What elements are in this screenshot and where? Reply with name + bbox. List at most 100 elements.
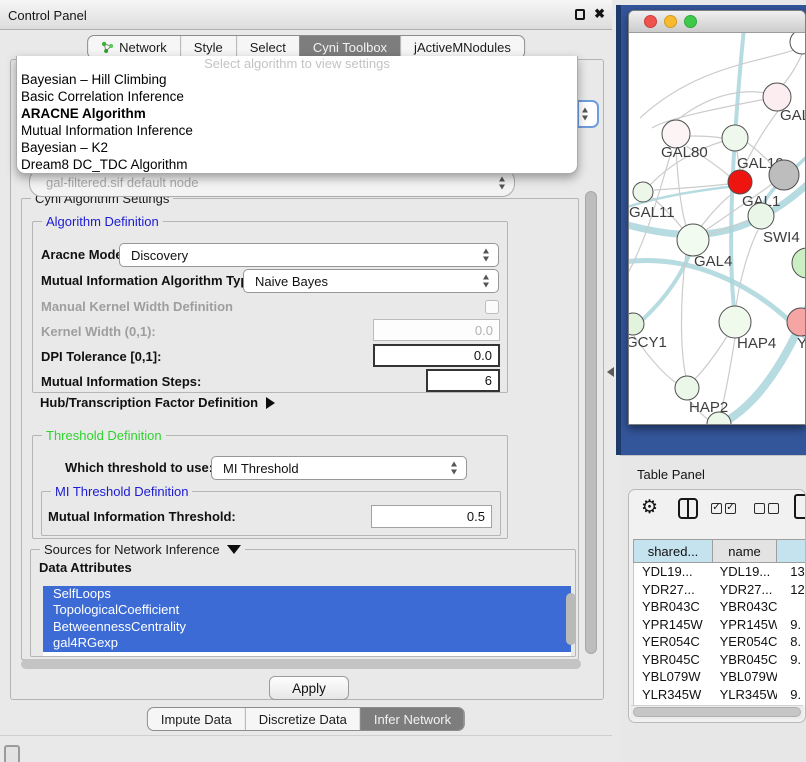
tab-infer-network[interactable]: Infer Network — [360, 708, 464, 730]
table-cell[interactable]: YDR27... — [634, 582, 714, 597]
table-horizontal-scrollbar[interactable] — [631, 705, 803, 719]
mi-threshold-field[interactable]: 0.5 — [371, 505, 492, 528]
table-row[interactable]: YDR27...YDR27...12 — [634, 581, 806, 599]
table-row[interactable]: YLR345WYLR345W9. — [634, 686, 806, 704]
tab-impute-data[interactable]: Impute Data — [148, 708, 245, 730]
table-cell[interactable]: 8. — [777, 634, 806, 649]
settings-horizontal-scrollbar[interactable] — [21, 659, 581, 669]
columns-icon[interactable] — [678, 498, 698, 519]
close-icon[interactable]: ✖ — [594, 7, 605, 20]
table-row[interactable]: YBR045CYBR045C9. — [634, 651, 806, 669]
table-cell[interactable]: YER054C — [714, 634, 778, 649]
mi-steps-label: Mutual Information Steps: — [41, 374, 201, 389]
checked-checkbox-icon[interactable]: ✓ — [725, 503, 736, 514]
table-cell[interactable]: YPR145W — [634, 617, 714, 632]
network-node-gcy1[interactable] — [629, 313, 644, 335]
table-cell[interactable]: 12 — [777, 582, 806, 597]
attribute-item-topologicalcoefficient[interactable]: TopologicalCoefficient — [43, 602, 571, 618]
which-threshold-combobox[interactable]: MI Threshold — [211, 456, 467, 480]
algorithm-option-dream8-dc-tdc-algorithm[interactable]: Dream8 DC_TDC Algorithm — [17, 156, 577, 173]
table-cell[interactable]: YBL079W — [634, 669, 714, 684]
mi-algorithm-type-combobox[interactable]: Naive Bayes — [243, 269, 499, 293]
network-node-hap2[interactable] — [675, 376, 699, 400]
combo-arrows-icon — [450, 462, 459, 475]
table-cell[interactable]: YDL19... — [634, 564, 714, 579]
tab-jactivemnodules[interactable]: jActiveMNodules — [400, 36, 524, 58]
dpi-tolerance-field[interactable]: 0.0 — [373, 344, 500, 367]
tab-select[interactable]: Select — [236, 36, 299, 58]
settings-vertical-scrollbar[interactable] — [585, 191, 597, 654]
network-node-gal10[interactable] — [722, 125, 748, 151]
algorithm-option-bayesian-k2[interactable]: Bayesian – K2 — [17, 139, 577, 156]
kernel-width-label: Kernel Width (0,1): — [41, 324, 156, 339]
mi-steps-field[interactable]: 6 — [426, 369, 500, 392]
table-cell[interactable]: YBR043C — [634, 599, 714, 614]
unchecked-checkbox-icon[interactable] — [768, 503, 779, 514]
table-row[interactable]: YBL079WYBL079W — [634, 668, 806, 686]
table-cell[interactable]: YBR043C — [714, 599, 778, 614]
table-cell[interactable]: YDL19... — [714, 564, 778, 579]
float-window-icon[interactable] — [575, 9, 585, 20]
tab-cyni-toolbox[interactable]: Cyni Toolbox — [299, 36, 400, 58]
network-node-hap4[interactable] — [719, 306, 751, 338]
algorithm-option-bayesian-hill-climbing[interactable]: Bayesian – Hill Climbing — [17, 71, 577, 88]
table-cell[interactable]: YLR345W — [714, 687, 778, 702]
apply-button[interactable]: Apply — [269, 676, 349, 700]
network-node-gal4[interactable] — [677, 224, 709, 256]
network-view-window: GAL7GAL80GAL10GAL1GAL11SWI4GAL4GCY1HAP4Y… — [628, 10, 806, 425]
table-row[interactable]: YBR043CYBR043C — [634, 598, 806, 616]
table-cell[interactable]: YPR145W — [714, 617, 778, 632]
document-icon[interactable] — [794, 494, 806, 519]
table-cell[interactable]: 9. — [777, 652, 806, 667]
checked-checkbox-icon[interactable]: ✓ — [711, 503, 722, 514]
attribute-item-gal4rgexp[interactable]: gal4RGexp — [43, 635, 571, 651]
manual-kernel-checkbox[interactable] — [485, 300, 499, 314]
data-attributes-list[interactable]: SelfLoopsTopologicalCoefficientBetweenne… — [43, 586, 571, 656]
column-header-col3[interactable] — [777, 539, 806, 563]
column-header-shared[interactable]: shared... — [633, 539, 713, 563]
table-hscroll-thumb[interactable] — [633, 707, 801, 717]
table-cell[interactable]: YBR045C — [714, 652, 778, 667]
mi-threshold-definition-frame: MI Threshold Definition Mutual Informati… — [41, 491, 501, 536]
attribute-item-selfloops[interactable]: SelfLoops — [43, 586, 571, 602]
tab-discretize-data[interactable]: Discretize Data — [245, 708, 360, 730]
network-node-gal1[interactable] — [728, 170, 752, 194]
table-row[interactable]: YDL19...YDL19...13 — [634, 563, 806, 581]
tab-style[interactable]: Style — [180, 36, 236, 58]
network-node[interactable] — [792, 248, 805, 278]
table-cell[interactable]: YDR27... — [714, 582, 778, 597]
table-row[interactable]: YER054CYER054C8. — [634, 633, 806, 651]
zoom-traffic-light[interactable] — [684, 15, 697, 28]
table-cell[interactable]: 9. — [777, 617, 806, 632]
network-node-swi4[interactable] — [748, 203, 774, 229]
attribute-list-scrollbar[interactable] — [566, 593, 576, 645]
gear-icon[interactable]: ⚙ — [641, 496, 658, 519]
minimize-traffic-light[interactable] — [664, 15, 677, 28]
table-cell[interactable]: 9. — [777, 687, 806, 702]
tab-network[interactable]: Network — [88, 36, 180, 58]
algorithm-option-basic-correlation-inference[interactable]: Basic Correlation Inference — [17, 88, 577, 105]
algorithm-option-mutual-information-inference[interactable]: Mutual Information Inference — [17, 122, 577, 139]
network-window-titlebar[interactable] — [629, 11, 805, 33]
close-traffic-light[interactable] — [644, 15, 657, 28]
table-cell[interactable]: YBR045C — [634, 652, 714, 667]
table-cell[interactable]: 13 — [777, 564, 806, 579]
unchecked-checkbox-icon[interactable] — [754, 503, 765, 514]
algorithm-option-aracne-algorithm[interactable]: ARACNE Algorithm — [17, 105, 577, 122]
network-node-y[interactable] — [787, 308, 805, 336]
network-node-gal11[interactable] — [633, 182, 653, 202]
minimized-panel-button[interactable] — [4, 745, 20, 762]
table-cell[interactable]: YLR345W — [634, 687, 714, 702]
network-node[interactable] — [769, 160, 799, 190]
hub-transcription-factor-toggle[interactable]: Hub/Transcription Factor Definition — [40, 395, 275, 410]
network-canvas[interactable]: GAL7GAL80GAL10GAL1GAL11SWI4GAL4GCY1HAP4Y… — [629, 33, 805, 424]
column-header-name[interactable]: name — [713, 539, 777, 563]
attribute-item-betweennesscentrality[interactable]: BetweennessCentrality — [43, 619, 571, 635]
table-cell[interactable]: YER054C — [634, 634, 714, 649]
table-row[interactable]: YPR145WYPR145W9. — [634, 616, 806, 634]
aracne-mode-combobox[interactable]: Discovery — [119, 243, 499, 267]
splitter-collapse-arrow[interactable] — [607, 367, 614, 377]
kernel-width-field[interactable]: 0.0 — [373, 319, 500, 341]
table-cell[interactable]: YBL079W — [714, 669, 778, 684]
node-label-y: Y — [797, 335, 805, 352]
